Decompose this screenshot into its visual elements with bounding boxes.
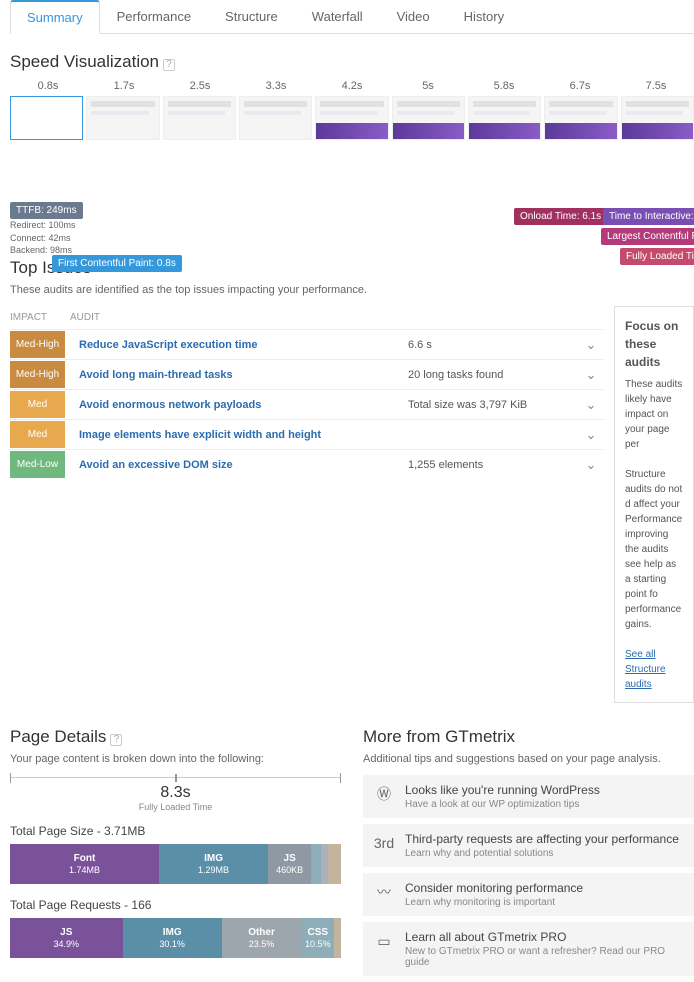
pagesize-title: Total Page Size - 3.71MB [10,824,341,838]
more-item-title: Consider monitoring performance [405,881,583,895]
tab-waterfall[interactable]: Waterfall [295,0,380,33]
flt-badge: Fully Loaded Time: [620,248,694,265]
audit-link[interactable]: Avoid long main-thread tasks [79,369,408,381]
help-icon[interactable]: ? [110,734,122,746]
frame[interactable] [163,96,236,140]
more-icon: 3rd [373,832,395,854]
focus-p2: Structure audits do not d affect your Pe… [625,467,683,632]
more-item[interactable]: 〰 Consider monitoring performance Learn … [363,873,694,916]
frame[interactable] [239,96,312,140]
filmstrip [10,96,694,140]
frame[interactable] [468,96,541,140]
more-item-sub: Learn why and potential solutions [405,848,679,859]
fcp-badge: First Contentful Paint: 0.8s [52,255,182,272]
audit-link[interactable]: Avoid enormous network payloads [79,399,408,411]
more-icon: ▭ [373,930,395,952]
impact-badge: Med [10,391,65,418]
bar-segment[interactable] [334,918,341,958]
timeline-markers: 0.8s 1.7s 2.5s 3.3s 4.2s 5s 5.8s 6.7s 7.… [10,80,694,92]
tab-structure[interactable]: Structure [208,0,295,33]
issue-row[interactable]: Med-Low Avoid an excessive DOM size 1,25… [10,449,604,479]
bar-segment[interactable]: CSS10.5% [301,918,334,958]
help-icon[interactable]: ? [163,59,175,71]
speed-visualization: 0.8s 1.7s 2.5s 3.3s 4.2s 5s 5.8s 6.7s 7.… [10,80,694,240]
topissues-table: IMPACT AUDIT Med-High Reduce JavaScript … [10,306,604,703]
chevron-down-icon[interactable]: ⌄ [578,367,604,383]
focus-p1: These audits likely have impact on your … [625,377,683,452]
tti-badge: Time to Interactive: 7.0s [603,208,694,225]
issue-row[interactable]: Med Image elements have explicit width a… [10,419,604,449]
more-item-title: Third-party requests are affecting your … [405,832,679,846]
focus-link[interactable]: See all Structure audits [625,649,666,690]
more-title: More from GTmetrix [363,727,694,747]
ttfb-connect: Connect: 42ms [10,232,83,245]
bar-segment[interactable]: IMG1.29MB [159,844,268,884]
bar-segment[interactable] [321,844,328,884]
more-icon: Ⓦ [373,783,395,805]
more-item-title: Learn all about GTmetrix PRO [405,930,684,944]
speedviz-title: Speed Visualization? [10,52,694,72]
issue-row[interactable]: Med-High Reduce JavaScript execution tim… [10,329,604,359]
frame[interactable] [10,96,83,140]
onload-badge: Onload Time: 6.1s [514,208,607,225]
bar-segment[interactable]: Other23.5% [222,918,301,958]
bar-segment[interactable]: Font1.74MB [10,844,159,884]
impact-badge: Med-High [10,361,65,388]
focus-box: Focus on these audits These audits likel… [614,306,694,703]
chevron-down-icon[interactable]: ⌄ [578,337,604,353]
chevron-down-icon[interactable]: ⌄ [578,457,604,473]
frame[interactable] [392,96,465,140]
more-item-sub: Have a look at our WP optimization tips [405,799,600,810]
issue-row[interactable]: Med-High Avoid long main-thread tasks 20… [10,359,604,389]
th-audit: AUDIT [70,312,100,323]
more-desc: Additional tips and suggestions based on… [363,753,694,765]
focus-title: Focus on these audits [625,317,683,371]
pagedetails-title: Page Details? [10,727,341,747]
th-impact: IMPACT [10,312,70,323]
tabs: Summary Performance Structure Waterfall … [10,0,694,34]
fully-loaded-scale: 8.3sFully Loaded Time [10,777,341,778]
more-item[interactable]: Ⓦ Looks like you're running WordPress Ha… [363,775,694,818]
more-item[interactable]: 3rd Third-party requests are affecting y… [363,824,694,867]
frame[interactable] [315,96,388,140]
audit-link[interactable]: Avoid an excessive DOM size [79,459,408,471]
more-item-sub: Learn why monitoring is important [405,897,583,908]
frame[interactable] [621,96,694,140]
tab-history[interactable]: History [447,0,521,33]
audit-metric: 6.6 s [408,339,578,351]
topissues-desc: These audits are identified as the top i… [10,284,694,296]
pagedetails-desc: Your page content is broken down into th… [10,753,341,765]
audit-link[interactable]: Image elements have explicit width and h… [79,429,408,441]
more-item-sub: New to GTmetrix PRO or want a refresher?… [405,946,684,968]
more-item-title: Looks like you're running WordPress [405,783,600,797]
chevron-down-icon[interactable]: ⌄ [578,427,604,443]
chevron-down-icon[interactable]: ⌄ [578,397,604,413]
audit-link[interactable]: Reduce JavaScript execution time [79,339,408,351]
impact-badge: Med-Low [10,451,65,478]
ttfb-redirect: Redirect: 100ms [10,219,83,232]
pagereq-title: Total Page Requests - 166 [10,898,341,912]
lcp-badge: Largest Contentful Paint: [601,228,694,245]
tab-performance[interactable]: Performance [100,0,208,33]
issue-row[interactable]: Med Avoid enormous network payloads Tota… [10,389,604,419]
audit-metric: 20 long tasks found [408,369,578,381]
bar-segment[interactable] [311,844,321,884]
bar-segment[interactable]: JS34.9% [10,918,123,958]
frame[interactable] [86,96,159,140]
tab-video[interactable]: Video [380,0,447,33]
pagesize-bar: Font1.74MBIMG1.29MBJS460KB [10,844,341,884]
audit-metric: Total size was 3,797 KiB [408,399,578,411]
bar-segment[interactable] [328,844,341,884]
bar-segment[interactable]: JS460KB [268,844,311,884]
more-item[interactable]: ▭ Learn all about GTmetrix PRO New to GT… [363,922,694,976]
pagereq-bar: JS34.9%IMG30.1%Other23.5%CSS10.5% [10,918,341,958]
bar-segment[interactable]: IMG30.1% [123,918,222,958]
more-icon: 〰 [373,881,395,903]
impact-badge: Med-High [10,331,65,358]
audit-metric: 1,255 elements [408,459,578,471]
tab-summary[interactable]: Summary [10,0,100,34]
ttfb-badge: TTFB: 249ms [10,202,83,219]
frame[interactable] [544,96,617,140]
impact-badge: Med [10,421,65,448]
